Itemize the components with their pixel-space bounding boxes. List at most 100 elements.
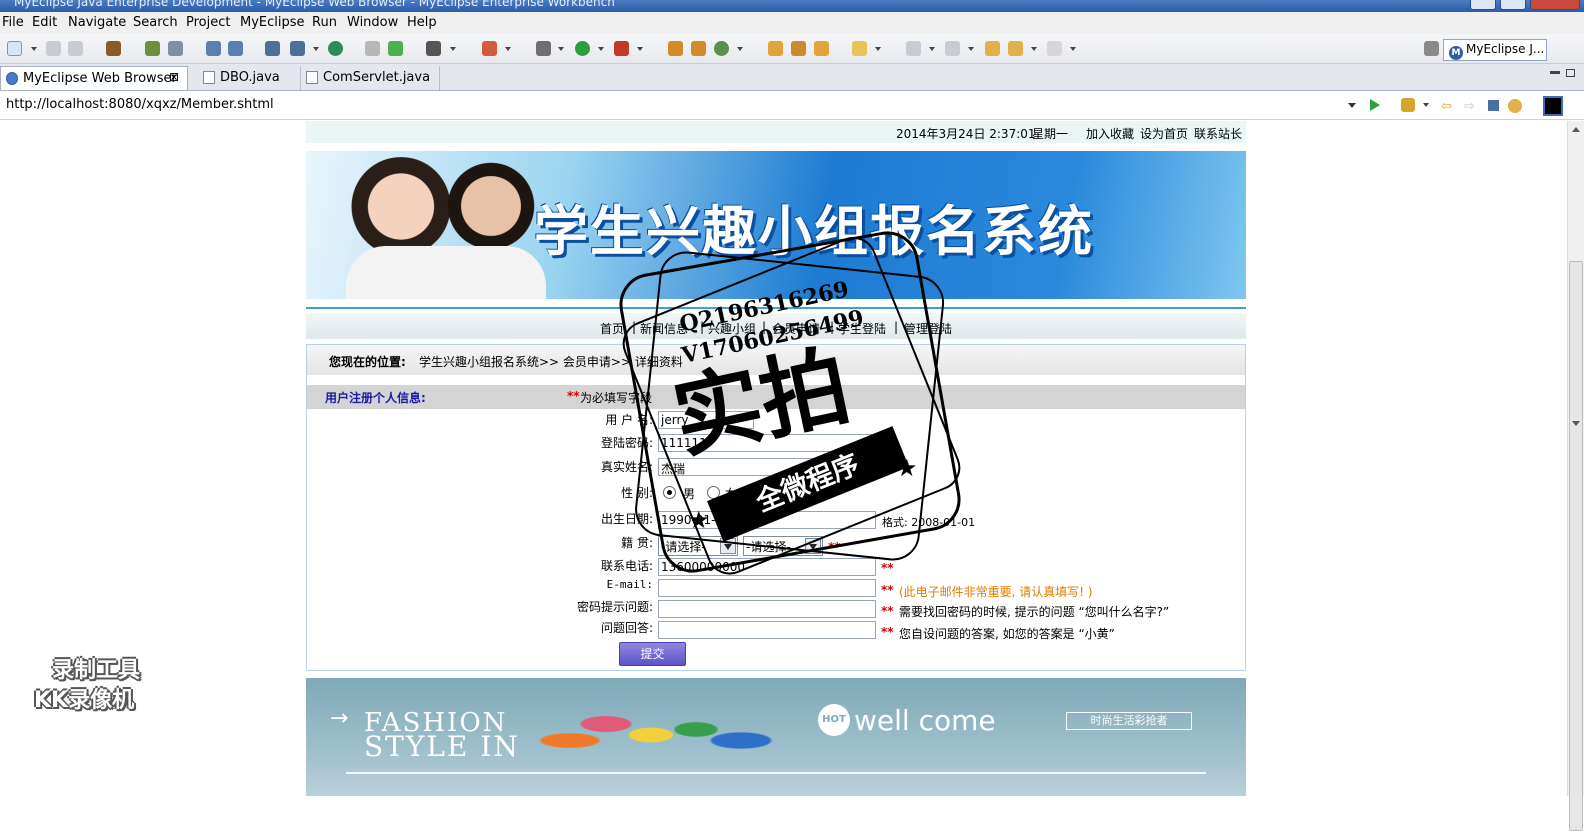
- favorites-icon[interactable]: [1401, 98, 1415, 112]
- submit-button[interactable]: 提交: [619, 642, 686, 666]
- scroll-up-icon[interactable]: [1572, 127, 1580, 132]
- answer-field[interactable]: [658, 621, 876, 639]
- maximize-button[interactable]: [1500, 0, 1526, 10]
- required-mark: **: [881, 625, 894, 639]
- answer-label: 问题回答:: [600, 621, 653, 635]
- chevron-down-icon[interactable]: [1070, 47, 1076, 51]
- close-button[interactable]: [1530, 0, 1580, 10]
- chevron-down-icon[interactable]: [598, 47, 604, 51]
- scroll-grip-icon: [1572, 421, 1580, 426]
- package-icon[interactable]: [106, 41, 121, 56]
- chevron-down-icon[interactable]: [637, 47, 643, 51]
- new-class-icon[interactable]: [482, 41, 497, 56]
- star-icon: ★: [896, 454, 918, 482]
- last-edit-icon[interactable]: [985, 41, 1000, 56]
- vertical-scrollbar[interactable]: [1567, 121, 1584, 831]
- refresh-icon[interactable]: [714, 41, 729, 56]
- camera-icon[interactable]: [426, 41, 441, 56]
- minimize-view-icon[interactable]: [1550, 71, 1560, 74]
- tab-label: MyEclipse Web Browser: [23, 71, 177, 86]
- open-folder-icon[interactable]: [852, 41, 867, 56]
- debug-icon[interactable]: [536, 41, 551, 56]
- folder-icon[interactable]: [365, 41, 380, 56]
- wizard-icon[interactable]: [668, 41, 683, 56]
- chevron-down-icon[interactable]: [875, 47, 881, 51]
- chevron-down-icon[interactable]: [505, 47, 511, 51]
- external-tools-icon[interactable]: [614, 41, 629, 56]
- maximize-view-icon[interactable]: [1566, 69, 1575, 77]
- forward-arrow-icon[interactable]: [1047, 41, 1062, 56]
- recorder-line1: 录制工具: [52, 658, 141, 683]
- build-icon[interactable]: [145, 41, 160, 56]
- scroll-thumb[interactable]: [1569, 261, 1583, 831]
- menu-edit[interactable]: Edit: [32, 15, 57, 30]
- open-perspective-icon[interactable]: [1424, 41, 1439, 56]
- deploy-icon[interactable]: [290, 41, 305, 56]
- tab-web-browser[interactable]: MyEclipse Web Browser ⊠: [0, 66, 188, 90]
- refresh-icon[interactable]: [1508, 99, 1522, 113]
- chevron-down-icon[interactable]: [450, 47, 456, 51]
- save-icon[interactable]: [46, 41, 61, 56]
- chevron-down-icon[interactable]: [1031, 47, 1037, 51]
- forward-icon[interactable]: ⇨: [1464, 99, 1475, 114]
- form-heading: 用户注册个人信息:: [325, 391, 426, 405]
- prev-annotation-icon[interactable]: [945, 41, 960, 56]
- menu-window[interactable]: Window: [347, 15, 398, 30]
- watermark-stamp: Q2196316269 V17060256499 实拍 全微程序 ★ ★: [600, 222, 980, 602]
- minimize-button[interactable]: [1470, 0, 1496, 10]
- fashion-link-button[interactable]: 时尚生活彩抢者: [1066, 712, 1192, 730]
- menu-navigate[interactable]: Navigate: [68, 15, 126, 30]
- hot-badge: HOT: [818, 704, 850, 736]
- server-icon[interactable]: [265, 41, 280, 56]
- run-icon[interactable]: [575, 41, 590, 56]
- current-datetime: 2014年3月24日 2:37:01: [896, 127, 1036, 141]
- required-mark: **: [881, 604, 894, 618]
- question-field[interactable]: [658, 600, 876, 618]
- contact-admin-link[interactable]: 联系站长: [1194, 125, 1242, 142]
- chevron-down-icon[interactable]: [968, 47, 974, 51]
- window-title: MyEclipse Java Enterprise Development - …: [14, 0, 615, 9]
- next-annotation-icon[interactable]: [906, 41, 921, 56]
- chevron-down-icon[interactable]: [929, 47, 935, 51]
- menu-search[interactable]: Search: [133, 15, 178, 30]
- answer-hint: 您自设问题的答案, 如您的答案是 “小黄”: [899, 627, 1115, 641]
- chevron-down-icon[interactable]: [558, 47, 564, 51]
- go-icon[interactable]: [1370, 99, 1380, 111]
- console-icon[interactable]: [1543, 96, 1563, 116]
- chevron-down-icon[interactable]: [1423, 103, 1429, 107]
- chevron-down-icon[interactable]: [31, 47, 37, 51]
- print-icon[interactable]: [68, 41, 83, 56]
- perspective-button[interactable]: M MyEclipse J...: [1443, 39, 1547, 61]
- back-icon[interactable]: ⇦: [1441, 99, 1452, 114]
- globe-icon[interactable]: [328, 41, 343, 56]
- add-favorite-link[interactable]: 加入收藏: [1086, 125, 1134, 142]
- wizard-icon[interactable]: [691, 41, 706, 56]
- stop-icon[interactable]: [1488, 100, 1499, 111]
- menu-file[interactable]: File: [2, 15, 24, 30]
- menu-project[interactable]: Project: [186, 15, 230, 30]
- set-homepage-link[interactable]: 设为首页: [1140, 125, 1188, 142]
- back-arrow-icon[interactable]: [1008, 41, 1023, 56]
- close-tab-icon[interactable]: ⊠: [169, 70, 179, 84]
- menu-run[interactable]: Run: [312, 15, 337, 30]
- chevron-down-icon[interactable]: [737, 47, 743, 51]
- pin-icon[interactable]: [791, 41, 806, 56]
- menu-help[interactable]: Help: [407, 15, 437, 30]
- task-icon[interactable]: [814, 41, 829, 56]
- chevron-down-icon[interactable]: [313, 47, 319, 51]
- tab-dbo-java[interactable]: DBO.java: [198, 66, 298, 90]
- edit-icon[interactable]: [206, 41, 221, 56]
- tab-label: ComServlet.java: [323, 70, 431, 85]
- add-icon[interactable]: [388, 41, 403, 56]
- menu-myeclipse[interactable]: MyEclipse: [240, 15, 305, 30]
- url-input[interactable]: http://localhost:8080/xqxz/Member.shtml: [6, 97, 274, 112]
- edit-icon[interactable]: [228, 41, 243, 56]
- open-icon[interactable]: [768, 41, 783, 56]
- url-dropdown-icon[interactable]: [1348, 103, 1356, 108]
- lock-icon[interactable]: [168, 41, 183, 56]
- globe-icon: [6, 72, 18, 85]
- new-icon[interactable]: [7, 41, 22, 56]
- recorder-watermark: 录制工具 KK录像机: [34, 652, 174, 713]
- tab-comservlet-java[interactable]: ComServlet.java: [300, 66, 440, 90]
- divider: [346, 772, 1206, 774]
